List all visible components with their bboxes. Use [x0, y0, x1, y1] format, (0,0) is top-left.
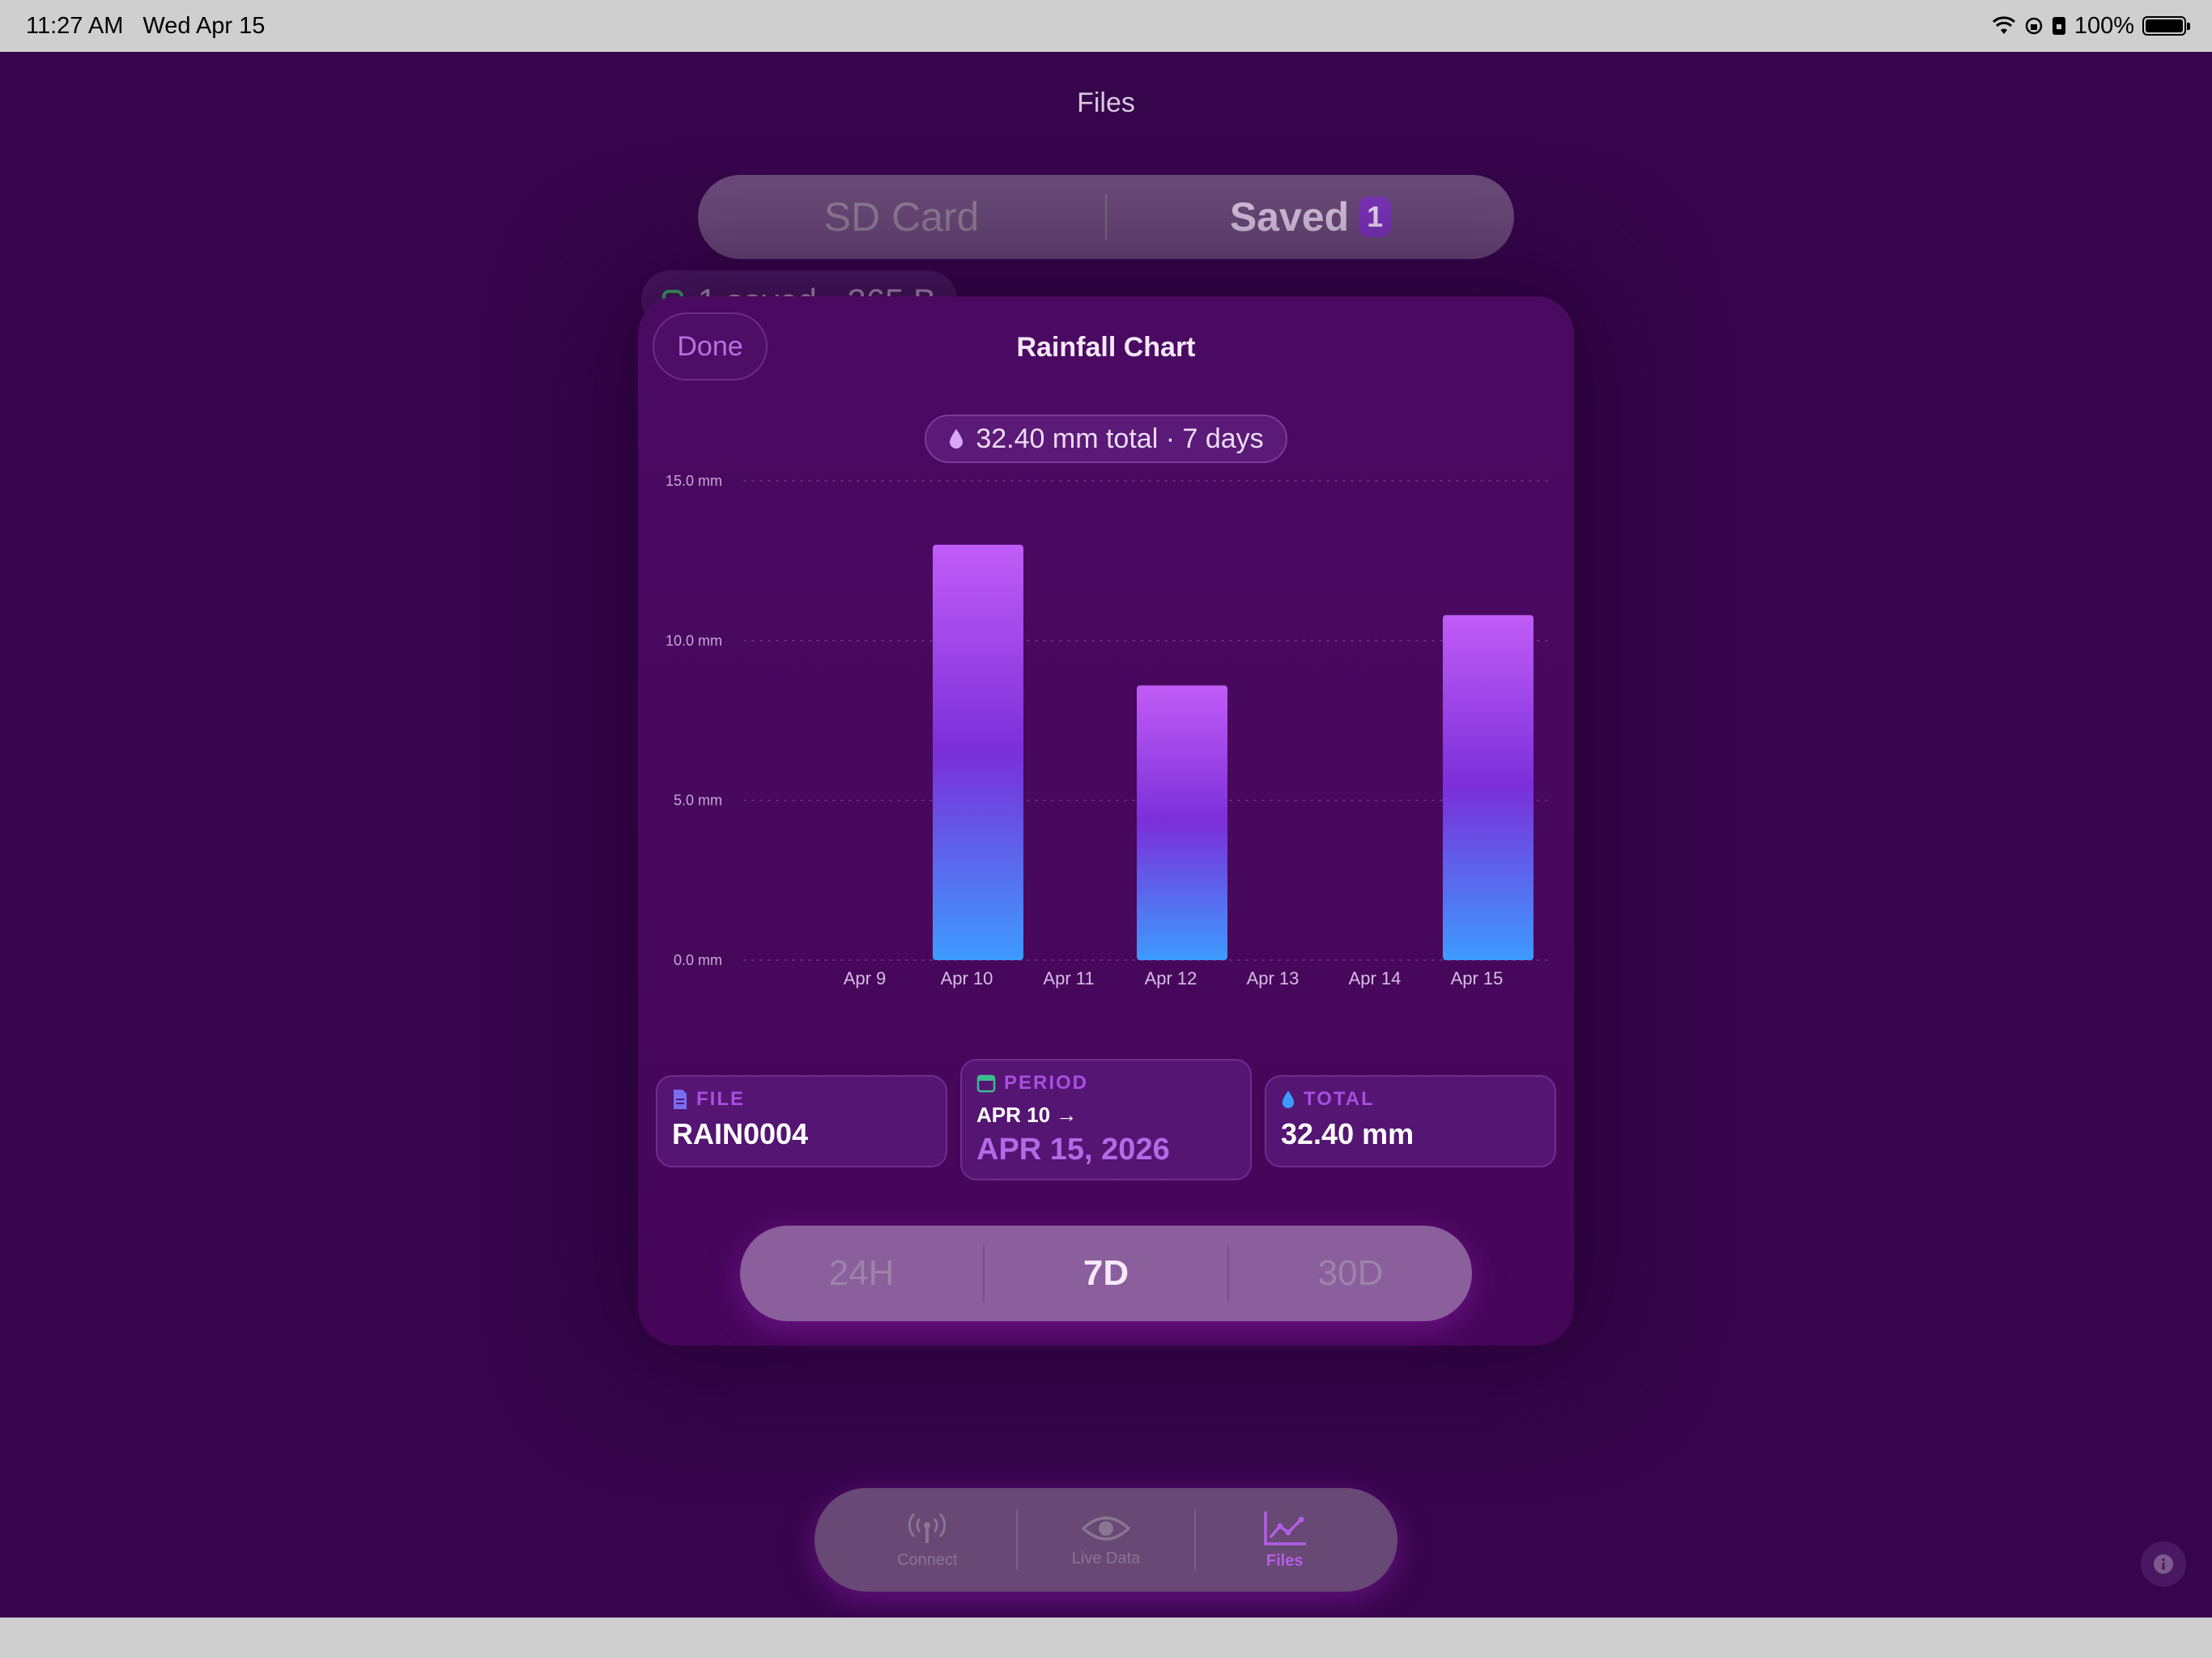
y-tick-label: 10.0 mm: [666, 632, 722, 648]
status-date: Wed Apr 15: [143, 12, 266, 39]
tab-files[interactable]: Files: [1196, 1510, 1373, 1571]
page-title: Files: [1077, 87, 1135, 118]
y-tick-label: 0.0 mm: [674, 952, 722, 968]
total-card: TOTAL 32.40 mm: [1265, 1075, 1556, 1167]
y-tick-label: 15.0 mm: [666, 473, 722, 489]
chart-line-icon: [1263, 1511, 1306, 1545]
lock-icon: [2052, 17, 2065, 35]
total-label: TOTAL: [1304, 1088, 1375, 1110]
x-tick-label: Apr 13: [1247, 968, 1300, 988]
segment-saved[interactable]: Saved 1: [1107, 193, 1514, 240]
x-tick-label: Apr 10: [941, 968, 993, 988]
period-start: APR 10 →: [976, 1103, 1078, 1127]
tab-bar: Connect Live Data Files: [815, 1488, 1397, 1592]
rainfall-chart-sheet: Done Rainfall Chart 32.40 mm total · 7 d…: [638, 296, 1574, 1346]
tab-live-data-label: Live Data: [1071, 1549, 1141, 1567]
rainfall-bar-chart: 0.0 mm 5.0 mm 10.0 mm 15.0 mm Apr 9 Apr 10 Apr…: [666, 473, 1551, 988]
orientation-lock-icon: [2025, 17, 2043, 35]
x-tick-label: Apr 9: [844, 968, 887, 988]
tab-live-data[interactable]: Live Data: [1018, 1512, 1195, 1568]
x-tick-label: Apr 12: [1145, 968, 1197, 988]
x-tick-label: Apr 14: [1349, 968, 1402, 988]
total-summary-text: 32.40 mm total · 7 days: [976, 423, 1264, 454]
droplet-icon: [1282, 1090, 1295, 1108]
bar-apr-10[interactable]: [933, 544, 1023, 960]
range-7d[interactable]: 7D: [985, 1253, 1227, 1294]
segment-sd-card-label: SD Card: [823, 194, 980, 240]
document-icon: [674, 1090, 687, 1109]
range-30d[interactable]: 30D: [1229, 1253, 1472, 1294]
x-tick-label: Apr 15: [1451, 968, 1504, 988]
source-segmented-control: SD Card Saved 1: [698, 175, 1514, 259]
battery-icon: [2142, 16, 2190, 36]
eye-icon: [1082, 1516, 1130, 1541]
total-value: 32.40 mm: [1281, 1117, 1414, 1150]
range-24h[interactable]: 24H: [740, 1253, 983, 1294]
period-label: PERIOD: [1004, 1072, 1089, 1094]
period-end: APR 15, 2026: [976, 1133, 1170, 1167]
segment-sd-card[interactable]: SD Card: [698, 193, 1105, 240]
y-tick-label: 5.0 mm: [674, 793, 722, 809]
x-tick-label: Apr 11: [1043, 968, 1094, 988]
file-label: FILE: [696, 1088, 745, 1110]
sheet-title: Rainfall Chart: [1016, 332, 1196, 363]
tab-files-label: Files: [1266, 1551, 1304, 1570]
battery-percent: 100%: [2074, 12, 2134, 39]
period-card: PERIOD APR 10 → APR 15, 2026: [960, 1059, 1252, 1180]
wifi-icon: [1992, 16, 2015, 34]
info-icon: [2154, 1554, 2173, 1574]
droplet-icon: [950, 429, 963, 449]
calendar-icon: [976, 1074, 996, 1093]
range-segmented-control: 24H 7D 30D: [740, 1226, 1472, 1321]
antenna-icon: [908, 1512, 946, 1543]
segment-saved-label: Saved: [1229, 194, 1350, 240]
bar-apr-15[interactable]: [1443, 614, 1534, 960]
info-button[interactable]: [2141, 1541, 2186, 1587]
tab-connect-label: Connect: [897, 1550, 958, 1569]
status-bar: 11:27 AM Wed Apr 15 100%: [0, 0, 2212, 52]
tab-connect[interactable]: Connect: [839, 1511, 1016, 1570]
saved-count-badge: 1: [1359, 197, 1392, 237]
status-time: 11:27 AM: [26, 12, 124, 39]
home-indicator-area: [0, 1618, 2212, 1658]
total-summary-pill: 32.40 mm total · 7 days: [925, 414, 1287, 463]
file-value: RAIN0004: [672, 1117, 809, 1150]
file-card: FILE RAIN0004: [656, 1075, 947, 1167]
bar-apr-12[interactable]: [1137, 685, 1227, 960]
